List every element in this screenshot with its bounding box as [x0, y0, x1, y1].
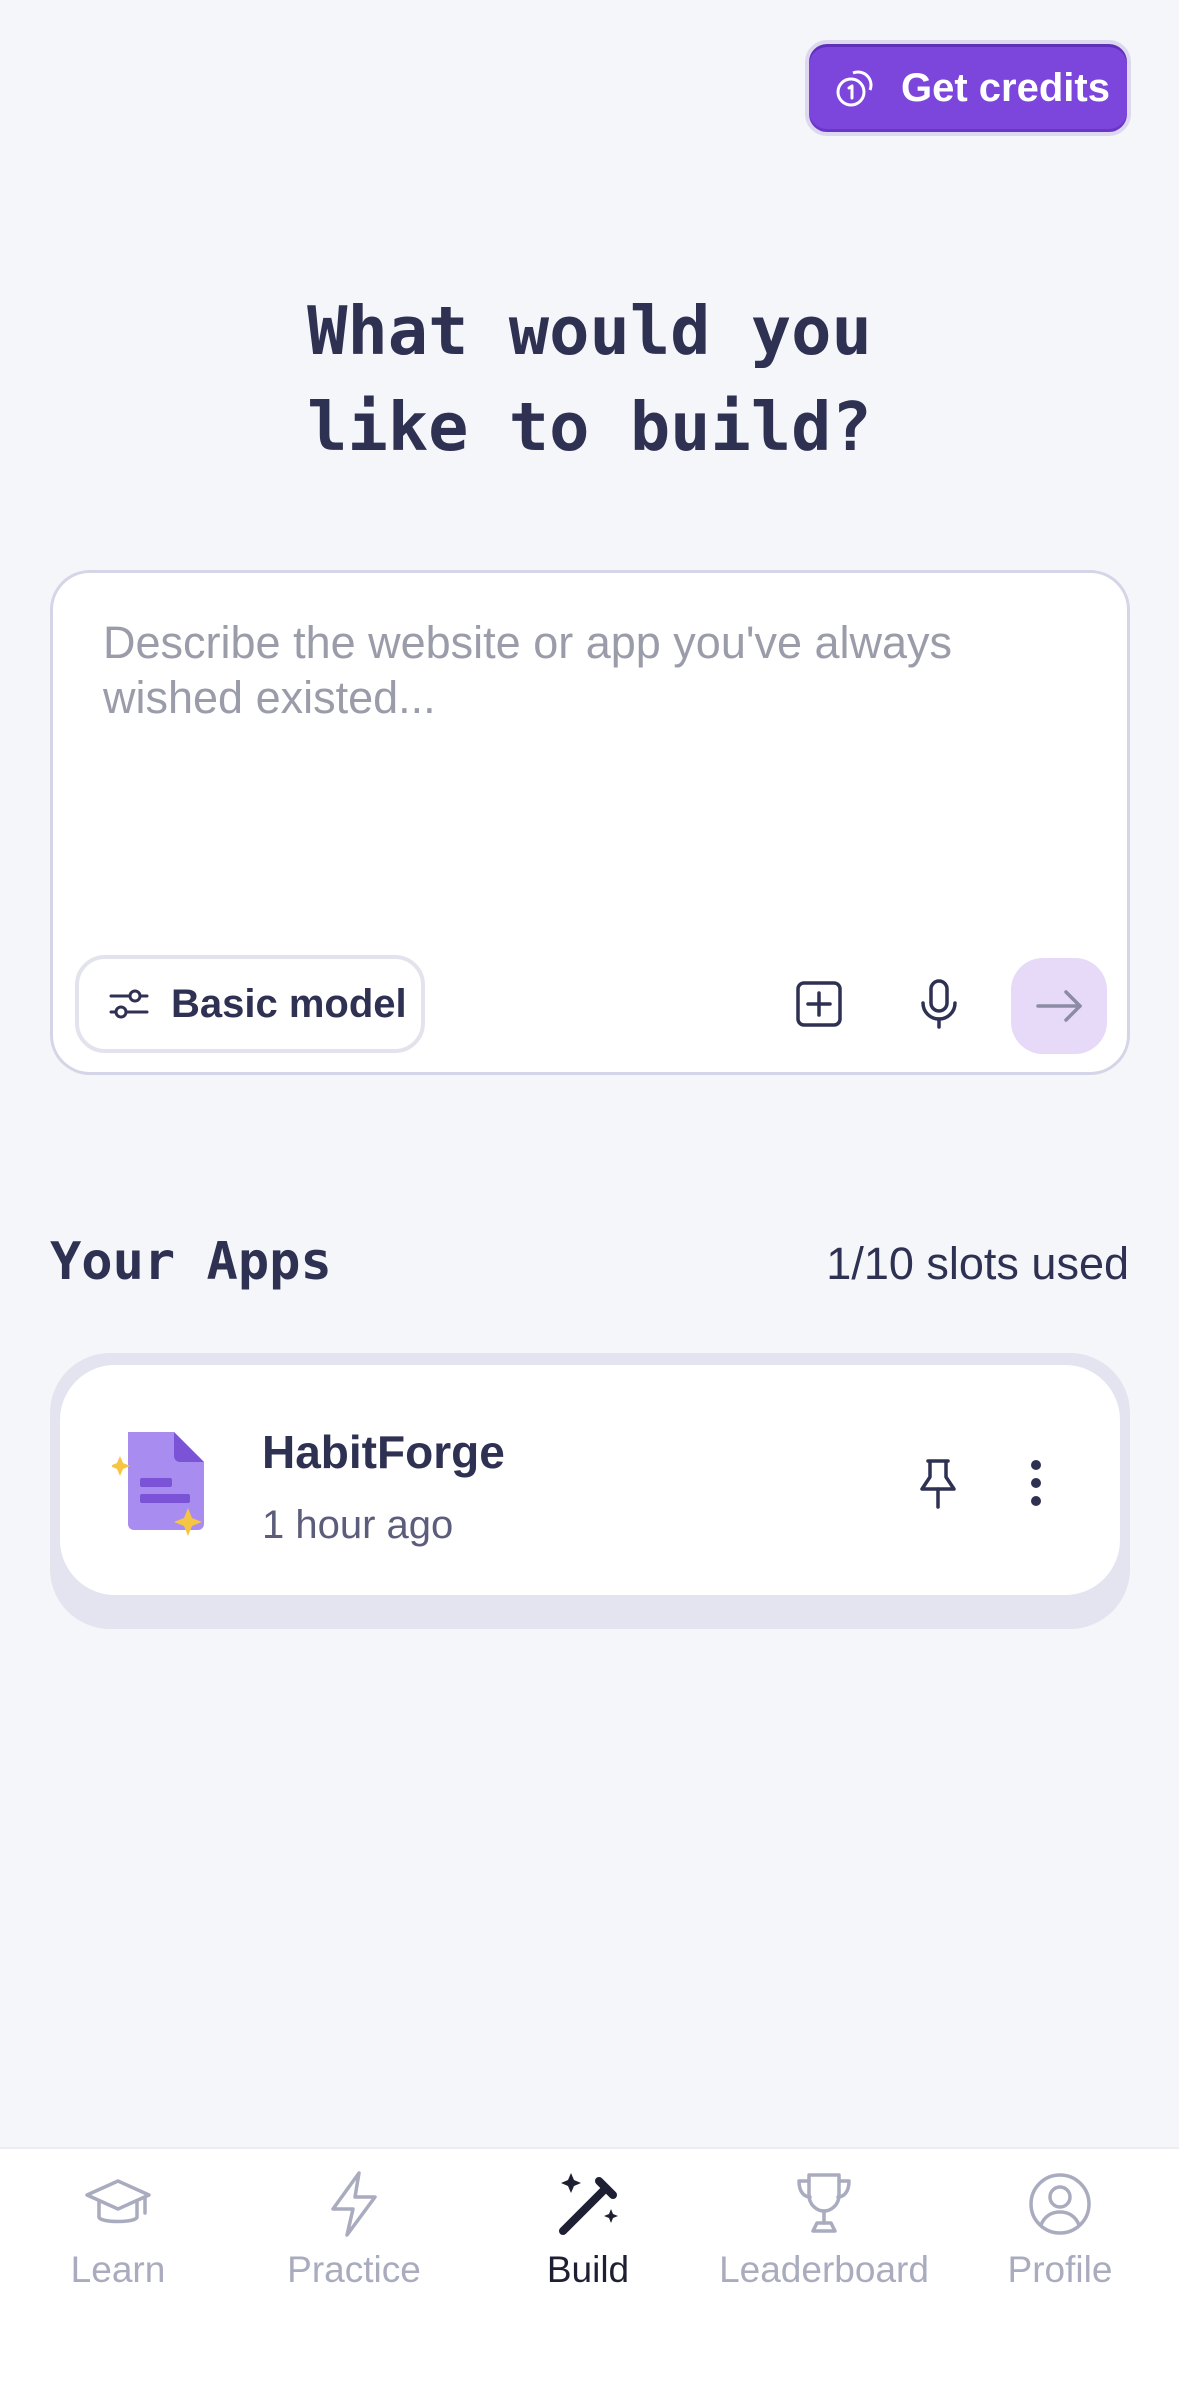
get-credits-label: Get credits: [901, 65, 1110, 110]
prompt-card: Describe the website or app you've alway…: [50, 570, 1130, 1075]
more-options-icon[interactable]: [1016, 1453, 1056, 1513]
model-selector-button[interactable]: Basic model: [75, 955, 425, 1053]
add-attachment-button[interactable]: [783, 968, 855, 1040]
document-sparkle-icon: [112, 1432, 204, 1536]
pin-icon[interactable]: [908, 1453, 968, 1513]
nav-label: Leaderboard: [719, 2249, 929, 2290]
graduation-cap-icon: [85, 2179, 151, 2224]
nav-label: Practice: [287, 2249, 421, 2290]
send-button[interactable]: [1011, 958, 1107, 1054]
microphone-button[interactable]: [903, 968, 975, 1040]
nav-label: Build: [546, 2249, 630, 2290]
app-name: HabitForge: [262, 1426, 505, 1478]
lightning-icon: [331, 2171, 377, 2237]
magic-wand-icon: [559, 2173, 618, 2235]
model-label: Basic model: [171, 981, 407, 1026]
page-title: What would you like to build?: [307, 292, 872, 466]
prompt-input[interactable]: Describe the website or app you've alway…: [103, 615, 1083, 725]
sliders-icon: [109, 989, 149, 1019]
app-card[interactable]: HabitForge 1 hour ago: [50, 1353, 1130, 1629]
your-apps-heading: Your Apps: [50, 1232, 332, 1292]
arrow-right-icon: [1036, 990, 1082, 1022]
coin-icon: [836, 70, 873, 107]
plus-square-icon: [796, 981, 842, 1027]
nav-item-leaderboard[interactable]: Leaderboard: [706, 2169, 942, 2309]
bottom-navigation: Learn Practice Build Leaderboard Profile: [0, 2147, 1179, 2396]
trophy-icon: [797, 2173, 851, 2233]
build-screen: Get credits What would you like to build…: [0, 0, 1179, 2396]
nav-item-profile[interactable]: Profile: [942, 2169, 1178, 2309]
app-card-inner[interactable]: HabitForge 1 hour ago: [60, 1365, 1120, 1595]
nav-label: Profile: [1007, 2249, 1113, 2290]
nav-label: Learn: [70, 2249, 166, 2290]
nav-item-practice[interactable]: Practice: [236, 2169, 472, 2309]
user-circle-icon: [1029, 2173, 1091, 2235]
get-credits-button[interactable]: Get credits: [805, 40, 1131, 136]
app-timestamp: 1 hour ago: [262, 1503, 454, 1547]
microphone-icon: [921, 979, 957, 1029]
nav-item-build[interactable]: Build: [470, 2169, 706, 2309]
nav-item-learn[interactable]: Learn: [0, 2169, 236, 2309]
slots-used-label: 1/10 slots used: [826, 1238, 1129, 1289]
